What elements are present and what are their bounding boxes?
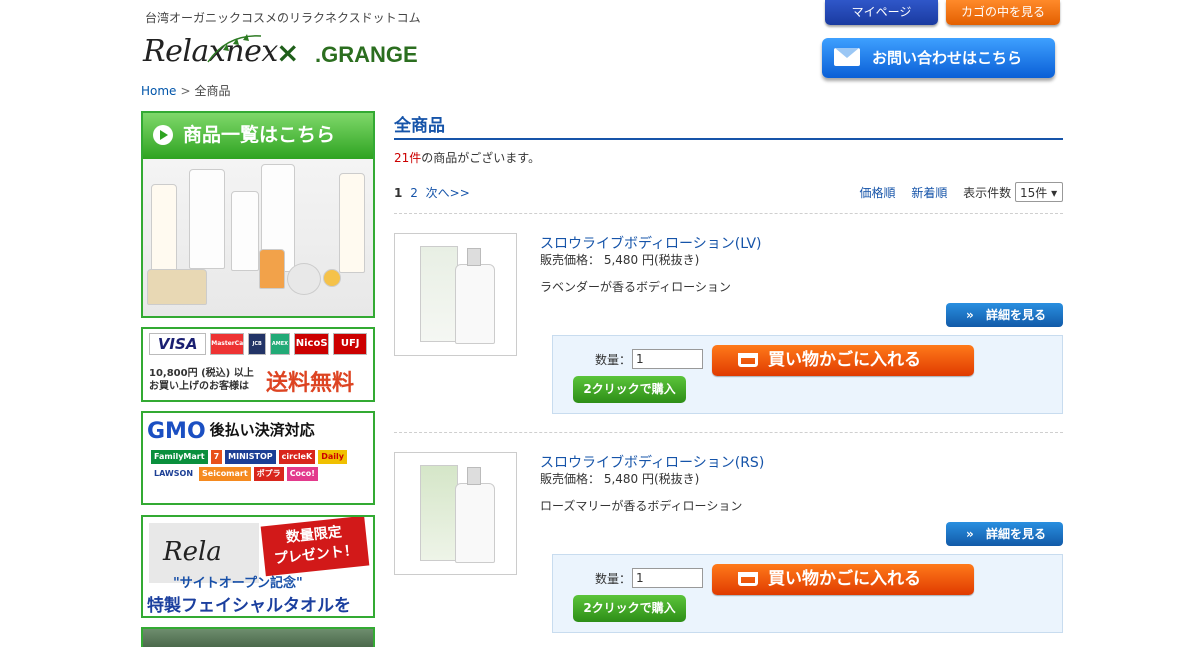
per-page-label: 表示件数 <box>963 186 1012 200</box>
breadcrumb-current: 全商品 <box>194 84 231 98</box>
per-page-select[interactable]: 15件 ▾ <box>1015 182 1063 202</box>
cart-icon <box>738 353 758 367</box>
main-content: 全商品 21件の商品がございます。 1 2 次へ>> 価格順 新着順 表示件数 … <box>394 111 1063 647</box>
product-count-text: の商品がございます。 <box>421 151 541 165</box>
play-icon <box>153 125 173 145</box>
product-count-number: 21件 <box>394 151 422 165</box>
product-thumbnail[interactable] <box>394 233 517 356</box>
gmo-subtitle: 後払い決済対応 <box>209 421 315 439</box>
mypage-button[interactable]: マイページ <box>825 0 938 25</box>
product-description: ローズマリーが香るボディローション <box>540 499 743 513</box>
product-price: 販売価格： 5,480 円(税抜き) <box>540 253 700 267</box>
breadcrumb: Home > 全商品 <box>141 82 231 99</box>
product-name-link[interactable]: スロウライブボディローション(RS) <box>540 452 764 472</box>
product-name-link[interactable]: スロウライブボディローション(LV) <box>540 233 762 253</box>
coco-logo: Coco! <box>286 467 318 481</box>
quantity-input[interactable]: 1 <box>632 349 703 369</box>
two-click-buy-button[interactable]: 2クリックで購入 <box>573 595 686 622</box>
view-details-button[interactable]: » 詳細を見る <box>946 522 1063 546</box>
cart-icon <box>738 572 758 586</box>
seven-eleven-logo: 7 <box>210 450 223 464</box>
next-page-link[interactable]: 次へ>> <box>426 186 470 200</box>
product-price: 販売価格： 5,480 円(税抜き) <box>540 472 700 486</box>
breadcrumb-home[interactable]: Home <box>141 84 176 98</box>
view-details-label: 詳細を見る <box>986 308 1047 322</box>
mastercard-logo: MasterCard <box>210 333 250 355</box>
page-title: 全商品 <box>394 111 1063 140</box>
quantity-input[interactable]: 1 <box>632 568 703 588</box>
product-count: 21件の商品がございます。 <box>394 149 1063 166</box>
product-description: ラベンダーが香るボディローション <box>540 280 731 294</box>
product-item: スロウライブボディローション(LV) 販売価格： 5,480 円(税抜き) ラベ… <box>394 214 1063 432</box>
product-item: スロウライブボディローション(RS) 販売価格： 5,480 円(税抜き) ロー… <box>394 433 1063 647</box>
product-thumbnail[interactable] <box>394 452 517 575</box>
mail-icon <box>834 48 860 66</box>
add-to-cart-button[interactable]: 買い物かごに入れる <box>712 345 974 376</box>
site-open-caption: "サイトオープン記念" <box>173 576 303 591</box>
jcb-logo: JCB <box>248 333 267 355</box>
chevron-right-icon: » <box>966 308 974 322</box>
product-list-banner-label: 商品一覧はこちら <box>183 124 336 146</box>
nature-photo-banner[interactable] <box>141 627 375 647</box>
ministop-logo: MINISTOP <box>225 450 276 464</box>
page-1: 1 <box>394 186 403 200</box>
gmo-deferred-payment-banner: GMO 後払い決済対応 FamilyMart 7 MINISTOP circleK… <box>141 411 375 505</box>
gmo-logo: GMO <box>147 419 206 444</box>
popura-logo: ポプラ <box>253 467 284 481</box>
view-cart-button[interactable]: カゴの中を見る <box>946 0 1060 25</box>
quantity-label: 数量： <box>595 353 632 367</box>
ufj-logo: UFJ <box>333 333 367 355</box>
product-list-banner[interactable]: 商品一覧はこちら <box>141 111 375 318</box>
logo-cross: × <box>276 36 300 69</box>
nicos-logo: NicoS <box>293 333 330 355</box>
logo-grange: .GRANGE <box>315 42 418 67</box>
add-to-cart-label: 買い物かごに入れる <box>768 350 921 370</box>
view-details-button[interactable]: » 詳細を見る <box>946 303 1063 327</box>
convenience-store-logos: FamilyMart 7 MINISTOP circleK Daily LAWS… <box>143 444 373 487</box>
familymart-logo: FamilyMart <box>151 450 208 464</box>
chevron-right-icon: » <box>966 527 974 541</box>
free-shipping-label: 送料無料 <box>266 371 355 396</box>
pagination: 1 2 次へ>> <box>394 184 474 201</box>
sort-by-price[interactable]: 価格順 <box>859 186 895 200</box>
add-to-cart-label: 買い物かごに入れる <box>768 569 921 589</box>
page-2-link[interactable]: 2 <box>410 186 418 200</box>
add-to-cart-button[interactable]: 買い物かごに入れる <box>712 564 974 595</box>
quantity-label: 数量： <box>595 572 632 586</box>
cart-form: 数量： 1 買い物かごに入れる 2クリックで購入 <box>552 335 1063 414</box>
facial-towel-caption: 特製フェイシャルタオルを <box>147 596 351 616</box>
shipping-condition: 10,800円 (税込) 以上 お買い上げのお客様は <box>149 368 254 392</box>
credit-card-logos: VISA MasterCard JCB AMEX NicoS UFJ <box>143 329 373 359</box>
sort-controls: 価格順 新着順 表示件数 15件 ▾ <box>859 182 1063 202</box>
limited-gift-badge: 数量限定 プレゼント！ <box>260 517 370 577</box>
product-list-banner-header: 商品一覧はこちら <box>143 113 373 159</box>
site-tagline: 台湾オーガニックコスメのリラクネクスドットコム <box>145 11 421 25</box>
cart-form: 数量： 1 買い物かごに入れる 2クリックで購入 <box>552 554 1063 633</box>
amex-logo: AMEX <box>270 333 290 355</box>
daily-logo: Daily <box>318 450 347 464</box>
leaf-icon <box>207 34 262 63</box>
breadcrumb-separator: > <box>180 84 191 98</box>
sort-by-newest[interactable]: 新着順 <box>911 186 947 200</box>
payment-shipping-banner: VISA MasterCard JCB AMEX NicoS UFJ 10,80… <box>141 327 375 402</box>
circlek-logo: circleK <box>278 450 316 464</box>
product-lineup-image <box>143 159 373 316</box>
gift-campaign-banner[interactable]: Rela 数量限定 プレゼント！ "サイトオープン記念" 特製フェイシャルタオル… <box>141 515 375 618</box>
lawson-logo: LAWSON <box>151 467 197 481</box>
view-details-label: 詳細を見る <box>986 527 1047 541</box>
visa-logo: VISA <box>149 333 207 355</box>
two-click-buy-button[interactable]: 2クリックで購入 <box>573 376 686 403</box>
contact-button[interactable]: お問い合わせはこちら <box>822 38 1055 78</box>
seicomart-logo: Seicomart <box>199 467 251 481</box>
contact-button-label: お問い合わせはこちら <box>872 49 1023 67</box>
